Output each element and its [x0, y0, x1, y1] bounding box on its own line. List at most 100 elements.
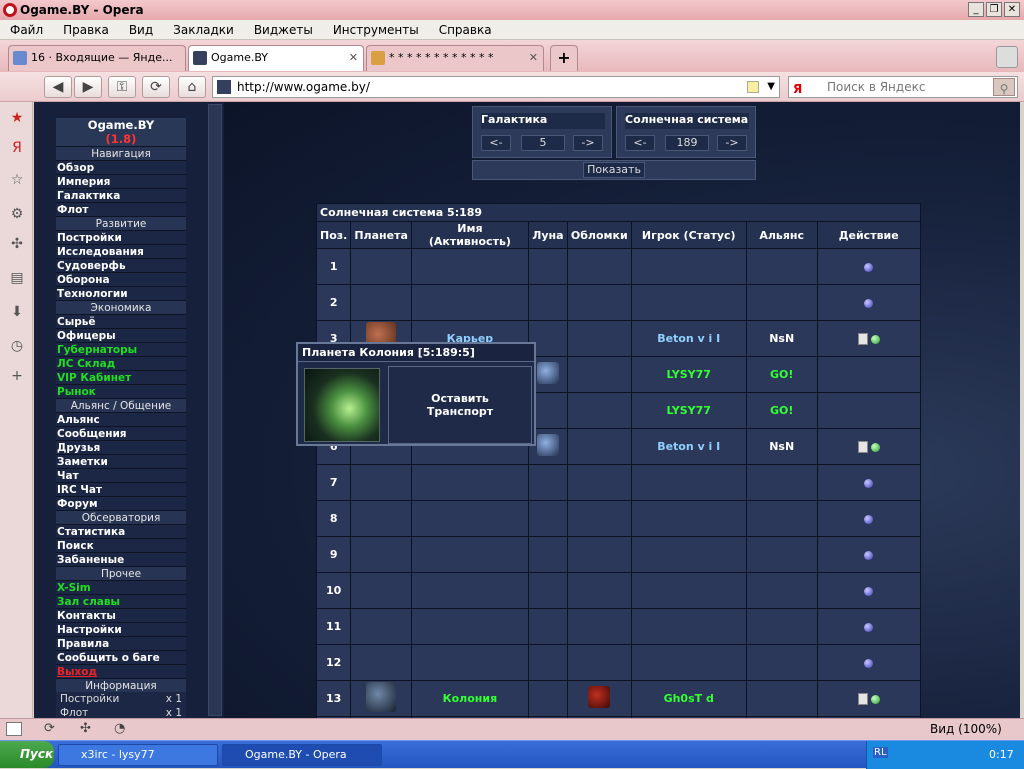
- galaxy-prev-button[interactable]: <-: [481, 135, 511, 151]
- forward-button[interactable]: ▶: [74, 76, 102, 98]
- settings-icon[interactable]: ⚙: [9, 206, 25, 222]
- menu-edit[interactable]: Правка: [53, 20, 119, 39]
- menu-item[interactable]: Губернаторы: [56, 342, 186, 356]
- spy-icon[interactable]: [864, 658, 874, 668]
- minimize-button[interactable]: _: [968, 2, 984, 17]
- language-indicator[interactable]: RL: [873, 747, 888, 758]
- menu-help[interactable]: Справка: [429, 20, 502, 39]
- home-button[interactable]: ⌂: [178, 76, 206, 98]
- history-icon[interactable]: ◷: [9, 338, 25, 354]
- favorites-icon[interactable]: ☆: [9, 172, 25, 188]
- close-tab-icon[interactable]: ✕: [349, 46, 358, 70]
- left-scrollbar[interactable]: [208, 104, 222, 716]
- planet-image[interactable]: [366, 682, 397, 712]
- sync-icon[interactable]: ⟳: [44, 721, 55, 736]
- address-bar[interactable]: http://www.ogame.by/ ▼: [212, 76, 780, 98]
- spy-icon[interactable]: [864, 478, 874, 488]
- spy-icon[interactable]: [864, 514, 874, 524]
- menu-bookmarks[interactable]: Закладки: [163, 20, 244, 39]
- search-icon[interactable]: ⚲: [993, 78, 1015, 96]
- menu-item[interactable]: Империя: [56, 174, 186, 188]
- menu-item[interactable]: Форум: [56, 496, 186, 510]
- search-field[interactable]: Я Поиск в Яндекс ⚲: [788, 76, 1018, 98]
- unite-icon[interactable]: ◔: [114, 721, 125, 736]
- system-prev-button[interactable]: <-: [625, 135, 655, 151]
- alliance-tag[interactable]: NsN: [769, 440, 794, 453]
- menu-item[interactable]: Зал славы: [56, 594, 186, 608]
- menu-view[interactable]: Вид: [119, 20, 163, 39]
- menu-item[interactable]: Правила: [56, 636, 186, 650]
- menu-item[interactable]: Друзья: [56, 440, 186, 454]
- menu-item[interactable]: X-Sim: [56, 580, 186, 594]
- bookmarks-icon[interactable]: ★: [9, 110, 25, 126]
- menu-tools[interactable]: Инструменты: [323, 20, 429, 39]
- menu-item[interactable]: Галактика: [56, 188, 186, 202]
- menu-item[interactable]: Поиск: [56, 538, 186, 552]
- menu-item[interactable]: Судоверфь: [56, 258, 186, 272]
- menu-item[interactable]: Статистика: [56, 524, 186, 538]
- system-next-button[interactable]: ->: [717, 135, 747, 151]
- show-button[interactable]: Показать: [583, 162, 645, 178]
- galaxy-next-button[interactable]: ->: [573, 135, 603, 151]
- menu-item[interactable]: Контакты: [56, 608, 186, 622]
- message-icon[interactable]: [857, 693, 868, 705]
- maximize-button[interactable]: ❐: [986, 2, 1002, 17]
- player-name[interactable]: Gh0sT d: [664, 692, 714, 705]
- tab-ogame[interactable]: Ogame.BY ✕: [188, 45, 364, 71]
- key-icon[interactable]: ⚿: [108, 76, 136, 98]
- taskbar-item-irc[interactable]: x3irc - lysy77: [58, 744, 218, 766]
- menu-item[interactable]: Офицеры: [56, 328, 186, 342]
- planet-name[interactable]: Колония: [443, 692, 498, 705]
- galaxy-input[interactable]: 5: [521, 135, 565, 151]
- menu-item[interactable]: Исследования: [56, 244, 186, 258]
- panel-toggle-icon[interactable]: [6, 722, 22, 736]
- menu-item[interactable]: ЛС Склад: [56, 356, 186, 370]
- spy-icon[interactable]: [864, 550, 874, 560]
- menu-item[interactable]: Обзор: [56, 160, 186, 174]
- game-version[interactable]: (1.8): [56, 132, 186, 146]
- menu-item[interactable]: Оборона: [56, 272, 186, 286]
- back-button[interactable]: ◀: [44, 76, 72, 98]
- menu-item[interactable]: Флот: [56, 202, 186, 216]
- dropdown-arrow-icon[interactable]: ▼: [767, 77, 775, 97]
- menu-item[interactable]: IRC Чат: [56, 482, 186, 496]
- alliance-tag[interactable]: GO!: [770, 404, 793, 417]
- tab-mail[interactable]: 16 · Входящие — Янде...: [8, 45, 186, 71]
- message-icon[interactable]: [857, 441, 868, 453]
- spy-icon[interactable]: [864, 298, 874, 308]
- menu-item[interactable]: Сырьё: [56, 314, 186, 328]
- notes-icon[interactable]: [747, 81, 759, 93]
- menu-item[interactable]: Сообщить о баге: [56, 650, 186, 664]
- menu-item[interactable]: Чат: [56, 468, 186, 482]
- menu-item[interactable]: Технологии: [56, 286, 186, 300]
- spy-icon[interactable]: [864, 586, 874, 596]
- menu-file[interactable]: Файл: [0, 20, 53, 39]
- new-tab-button[interactable]: +: [550, 45, 578, 71]
- system-input[interactable]: 189: [665, 135, 709, 151]
- menu-widgets[interactable]: Виджеты: [244, 20, 323, 39]
- menu-item[interactable]: Настройки: [56, 622, 186, 636]
- menu-item[interactable]: VIP Кабинет: [56, 370, 186, 384]
- yandex-panel-icon[interactable]: Я: [9, 140, 25, 156]
- start-button[interactable]: Пуск: [0, 741, 54, 768]
- menu-item[interactable]: Выход: [56, 664, 186, 678]
- player-name[interactable]: LYSY77: [666, 404, 710, 417]
- trash-icon[interactable]: [996, 46, 1018, 68]
- alliance-tag[interactable]: NsN: [769, 332, 794, 345]
- player-name[interactable]: Beton v i I: [657, 332, 720, 345]
- menu-item[interactable]: Забаненые: [56, 552, 186, 566]
- menu-item[interactable]: Постройки: [56, 230, 186, 244]
- menu-item[interactable]: Заметки: [56, 454, 186, 468]
- spy-icon[interactable]: [864, 262, 874, 272]
- buddy-icon[interactable]: [870, 334, 880, 344]
- turbo-icon[interactable]: ✣: [80, 721, 91, 736]
- menu-item[interactable]: Альянс: [56, 412, 186, 426]
- close-tab-icon[interactable]: ✕: [529, 46, 538, 70]
- player-name[interactable]: Beton v i I: [657, 440, 720, 453]
- widgets-icon[interactable]: ✣: [9, 236, 25, 252]
- message-icon[interactable]: [857, 333, 868, 345]
- leave-transport-button[interactable]: Оставить Транспорт: [388, 366, 532, 444]
- spy-icon[interactable]: [864, 622, 874, 632]
- close-button[interactable]: ✕: [1004, 2, 1020, 17]
- moon-image[interactable]: [536, 434, 559, 456]
